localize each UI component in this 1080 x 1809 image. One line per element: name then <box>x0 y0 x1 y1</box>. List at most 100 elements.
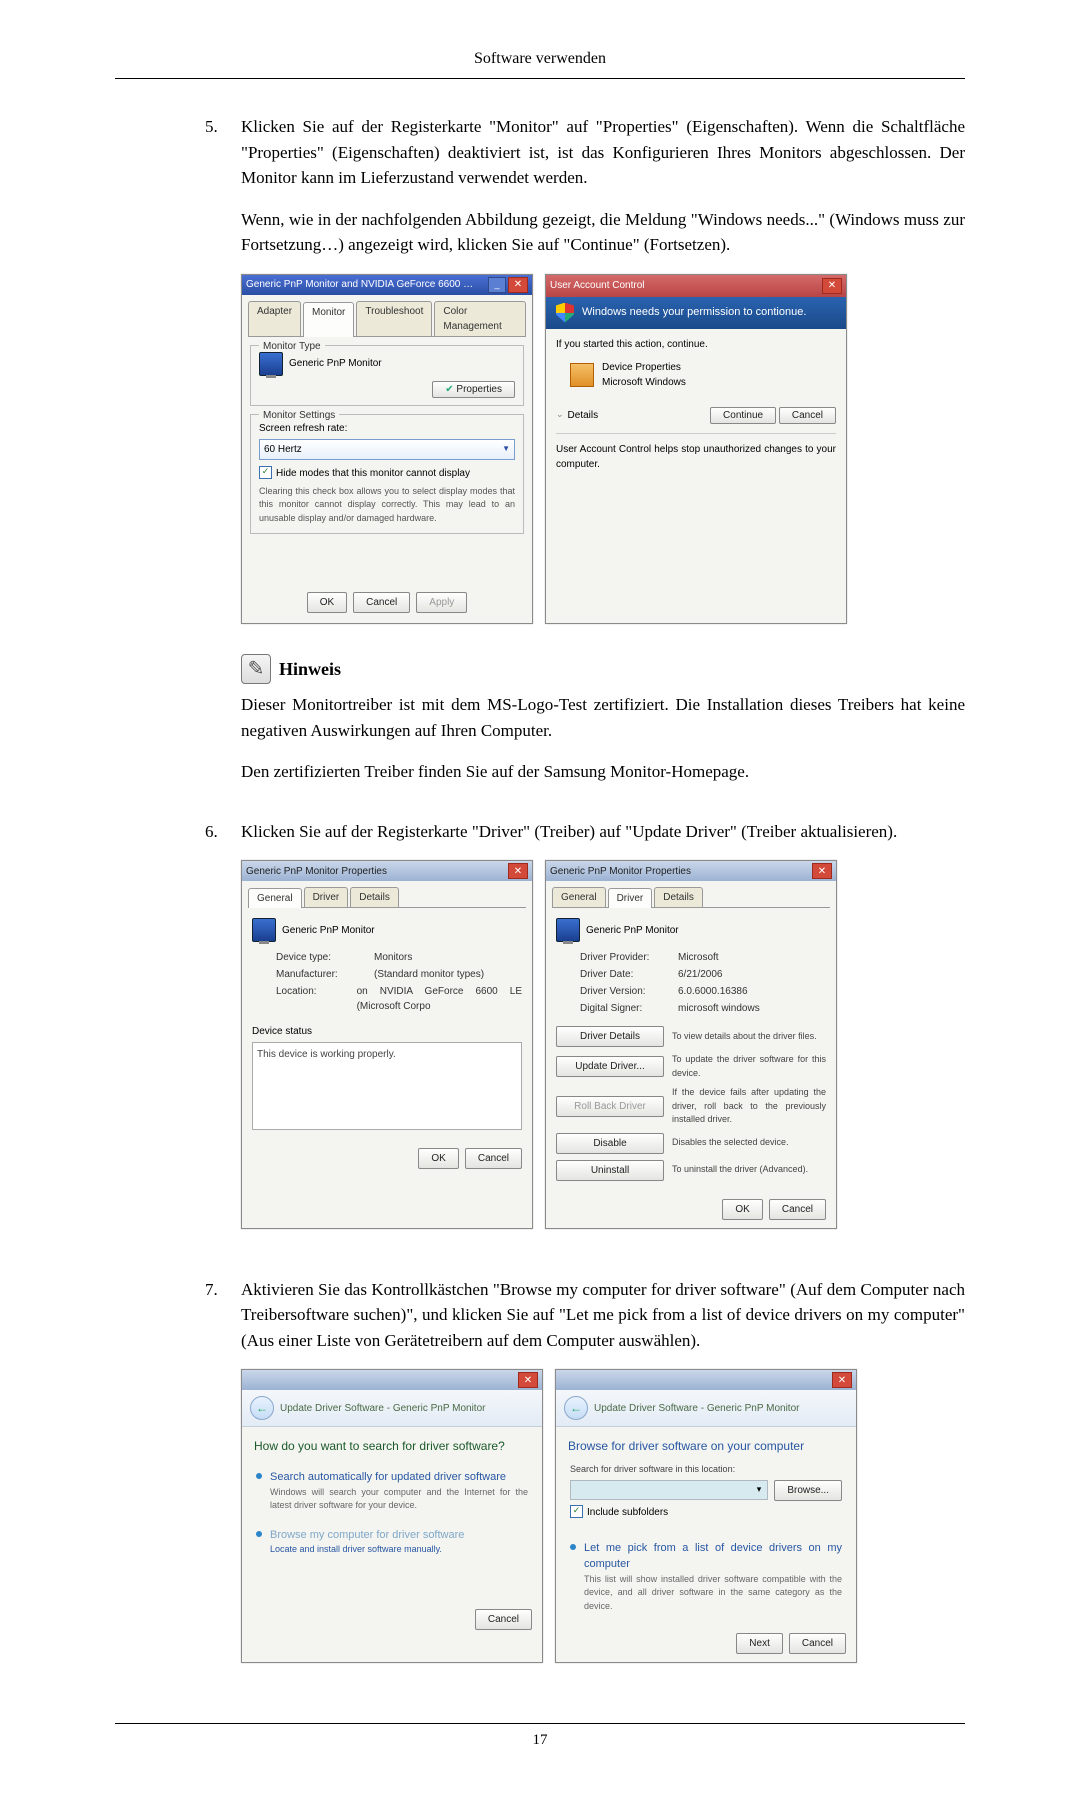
device-status-label: Device status <box>252 1024 522 1039</box>
manufacturer-label: Manufacturer: <box>276 967 366 982</box>
option-title: Browse my computer for driver software <box>270 1527 464 1544</box>
tab-general[interactable]: General <box>552 887 606 907</box>
monitor-name: Generic PnP Monitor <box>289 356 382 371</box>
tab-driver[interactable]: Driver <box>608 888 653 908</box>
option-title: Let me pick from a list of device driver… <box>584 1540 842 1573</box>
close-icon[interactable]: ✕ <box>812 863 832 879</box>
option-search-auto[interactable]: Search automatically for updated driver … <box>256 1469 528 1513</box>
wizard-title: Update Driver Software - Generic PnP Mon… <box>594 1401 799 1416</box>
browse-button[interactable]: Browse... <box>774 1480 842 1501</box>
ok-button[interactable]: OK <box>722 1199 762 1220</box>
tab-color-management[interactable]: Color Management <box>434 301 526 336</box>
title-text: Generic PnP Monitor Properties <box>550 864 691 879</box>
note-heading: ✎ Hinweis <box>241 654 965 684</box>
ok-button[interactable]: OK <box>307 592 347 613</box>
back-icon[interactable]: ← <box>564 1396 588 1420</box>
hide-modes-checkbox[interactable]: ✓ <box>259 466 272 479</box>
option-browse-computer[interactable]: Browse my computer for driver software L… <box>256 1527 528 1557</box>
continue-button[interactable]: Continue <box>710 407 776 424</box>
next-button[interactable]: Next <box>736 1633 783 1654</box>
properties-button[interactable]: ✔ Properties <box>432 381 515 398</box>
close-icon[interactable]: ✕ <box>832 1372 852 1388</box>
rollback-driver-button[interactable]: Roll Back Driver <box>556 1096 664 1117</box>
dialog-wizard-browse: ✕ ← Update Driver Software - Generic PnP… <box>555 1369 857 1663</box>
dialog-monitor-settings: Generic PnP Monitor and NVIDIA GeForce 6… <box>241 274 533 625</box>
close-icon[interactable]: ✕ <box>508 863 528 879</box>
titlebar: ✕ <box>242 1370 542 1390</box>
option-pick-from-list[interactable]: Let me pick from a list of device driver… <box>570 1540 842 1614</box>
bullet-icon <box>570 1544 576 1550</box>
tab-adapter[interactable]: Adapter <box>248 301 301 336</box>
wizard-heading: How do you want to search for driver sof… <box>254 1437 530 1455</box>
uninstall-button[interactable]: Uninstall <box>556 1160 664 1181</box>
cancel-button[interactable]: Cancel <box>353 592 410 613</box>
chevron-down-icon[interactable]: ⌄ <box>556 408 564 422</box>
include-subfolders-checkbox[interactable]: ✓ <box>570 1505 583 1518</box>
manufacturer-value: (Standard monitor types) <box>374 967 484 982</box>
step-7-p1: Aktivieren Sie das Kontrollkästchen "Bro… <box>241 1277 965 1354</box>
device-type-label: Device type: <box>276 950 366 965</box>
path-input[interactable]: ▾ <box>570 1480 768 1500</box>
driver-provider-value: Microsoft <box>678 950 719 965</box>
cancel-button[interactable]: Cancel <box>779 407 836 424</box>
minimize-icon[interactable]: _ <box>488 277 506 293</box>
note-label: Hinweis <box>279 656 341 683</box>
note-icon: ✎ <box>241 654 271 684</box>
device-name: Generic PnP Monitor <box>586 923 679 938</box>
hide-modes-description: Clearing this check box allows you to se… <box>259 485 515 526</box>
uac-started-text: If you started this action, continue. <box>556 337 836 352</box>
cancel-button[interactable]: Cancel <box>789 1633 846 1654</box>
page-header: Software verwenden <box>115 50 965 79</box>
tab-details[interactable]: Details <box>654 887 703 907</box>
option-subtitle: This list will show installed driver sof… <box>584 1573 842 1614</box>
tab-details[interactable]: Details <box>350 887 399 907</box>
dialog-properties-driver: Generic PnP Monitor Properties ✕ General… <box>545 860 837 1229</box>
close-icon[interactable]: ✕ <box>508 277 528 293</box>
page-number: 17 <box>115 1723 965 1749</box>
disable-button[interactable]: Disable <box>556 1133 664 1154</box>
group-label: Monitor Settings <box>259 408 339 423</box>
update-driver-button[interactable]: Update Driver... <box>556 1056 664 1077</box>
bullet-icon <box>256 1473 262 1479</box>
title-text: Generic PnP Monitor Properties <box>246 864 387 879</box>
uac-help-text: User Account Control helps stop unauthor… <box>556 433 836 472</box>
driver-details-button[interactable]: Driver Details <box>556 1026 664 1047</box>
back-icon[interactable]: ← <box>250 1396 274 1420</box>
details-button[interactable]: Details <box>568 408 599 423</box>
shield-icon <box>556 303 574 323</box>
cancel-button[interactable]: Cancel <box>769 1199 826 1220</box>
tab-monitor[interactable]: Monitor <box>303 302 354 337</box>
tab-troubleshoot[interactable]: Troubleshoot <box>356 301 432 336</box>
uninstall-desc: To uninstall the driver (Advanced). <box>672 1163 826 1177</box>
ok-button[interactable]: OK <box>418 1148 458 1169</box>
step-5-p1: Klicken Sie auf der Registerkarte "Monit… <box>241 114 965 191</box>
titlebar: Generic PnP Monitor and NVIDIA GeForce 6… <box>242 275 532 295</box>
group-monitor-settings: Monitor Settings Screen refresh rate: 60… <box>250 414 524 535</box>
step-number: 5. <box>205 114 241 801</box>
device-status-text: This device is working properly. <box>252 1042 522 1130</box>
tab-general[interactable]: General <box>248 888 302 908</box>
uac-publisher: Microsoft Windows <box>602 375 686 390</box>
step-5-p2: Wenn, wie in der nachfolgenden Abbildung… <box>241 207 965 258</box>
dialog-uac: User Account Control ✕ Windows needs you… <box>545 274 847 625</box>
location-label: Location: <box>276 984 349 1014</box>
cancel-button[interactable]: Cancel <box>475 1609 532 1630</box>
titlebar: Generic PnP Monitor Properties ✕ <box>546 861 836 881</box>
close-icon[interactable]: ✕ <box>822 278 842 294</box>
step-number: 6. <box>205 819 241 1259</box>
search-location-label: Search for driver software in this locat… <box>570 1463 842 1477</box>
titlebar: Generic PnP Monitor Properties ✕ <box>242 861 532 881</box>
disable-desc: Disables the selected device. <box>672 1136 826 1150</box>
cancel-button[interactable]: Cancel <box>465 1148 522 1169</box>
tab-driver[interactable]: Driver <box>304 887 349 907</box>
chevron-down-icon: ▼ <box>502 443 510 455</box>
close-icon[interactable]: ✕ <box>518 1372 538 1388</box>
screenshot-row-1: Generic PnP Monitor and NVIDIA GeForce 6… <box>241 274 965 625</box>
location-value: on NVIDIA GeForce 6600 LE (Microsoft Cor… <box>357 984 522 1014</box>
apply-button[interactable]: Apply <box>416 592 467 613</box>
titlebar: ✕ <box>556 1370 856 1390</box>
refresh-rate-select[interactable]: 60 Hertz▼ <box>259 439 515 460</box>
option-subtitle: Windows will search your computer and th… <box>270 1486 528 1513</box>
device-type-value: Monitors <box>374 950 412 965</box>
group-monitor-type: Monitor Type Generic PnP Monitor ✔ Prope… <box>250 345 524 406</box>
